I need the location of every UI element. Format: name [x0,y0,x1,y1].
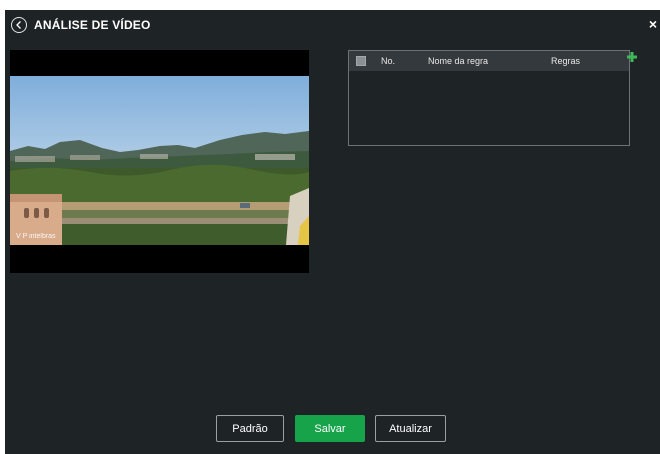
refresh-button[interactable]: Atualizar [375,415,446,442]
select-all-checkbox[interactable] [356,56,366,66]
camera-watermark: V P intelbras [16,233,56,240]
page-title: ANÁLISE DE VÍDEO [34,18,151,32]
video-preview[interactable]: V P intelbras [10,50,309,273]
title-bar: ANÁLISE DE VÍDEO × [5,10,660,40]
column-header-no: No. [381,56,396,66]
add-rule-button[interactable] [627,52,641,66]
default-button[interactable]: Padrão [216,415,284,442]
video-analysis-dialog: ANÁLISE DE VÍDEO × V P intelbras No. Nom… [5,10,660,454]
plus-icon [627,52,637,62]
chevron-left-icon [16,21,21,29]
camera-image [10,76,309,245]
rules-table-header: No. Nome da regra Regras [349,51,629,71]
rules-table: No. Nome da regra Regras [348,50,630,146]
back-icon[interactable] [11,17,27,33]
save-button[interactable]: Salvar [295,415,365,442]
column-header-rule-name: Nome da regra [428,56,489,66]
close-icon[interactable]: × [649,16,657,32]
column-header-rules: Regras [551,56,581,66]
